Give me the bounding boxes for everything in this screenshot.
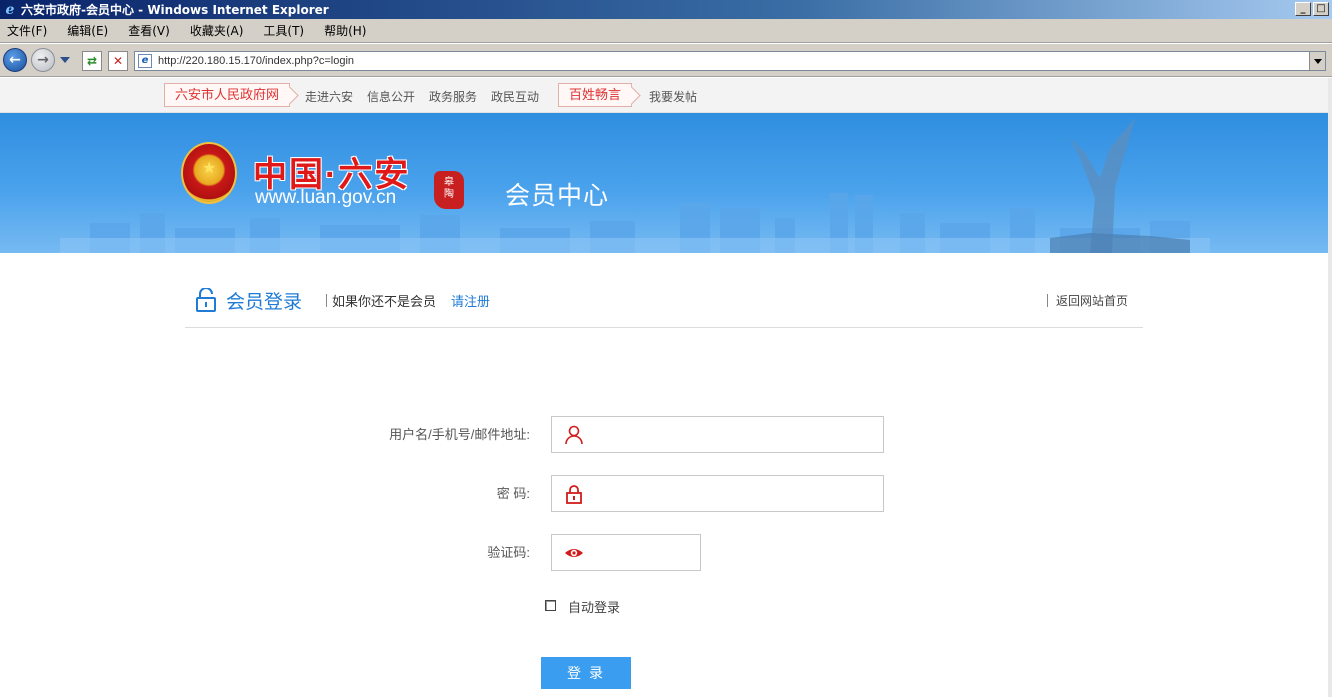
stop-icon: ✕ — [112, 54, 124, 68]
forward-button[interactable]: → — [31, 48, 55, 72]
nav-link-info[interactable]: 信息公开 — [367, 88, 415, 105]
stop-button[interactable]: ✕ — [108, 51, 128, 71]
menu-bar: 文件(F) 编辑(E) 查看(V) 收藏夹(A) 工具(T) 帮助(H) — [0, 19, 1332, 43]
nav-link-services[interactable]: 政务服务 — [429, 88, 477, 105]
menu-favorites[interactable]: 收藏夹(A) — [190, 22, 244, 39]
username-input[interactable] — [551, 416, 884, 453]
auto-login-checkbox[interactable] — [545, 600, 556, 611]
menu-view[interactable]: 查看(V) — [128, 22, 170, 39]
red-seal-icon: 皋陶 — [434, 171, 464, 209]
lock-icon — [566, 485, 582, 504]
ie-logo-icon: e — [5, 1, 15, 18]
minimize-button[interactable]: _ — [1295, 2, 1311, 16]
window-titlebar: e 六安市政府-会员中心 - Windows Internet Explorer… — [0, 0, 1332, 19]
nav-link-post[interactable]: 我要发帖 — [649, 88, 697, 105]
login-header: 会员登录 如果你还不是会员 请注册 返回网站首页 — [185, 274, 1143, 328]
menu-file[interactable]: 文件(F) — [7, 22, 47, 39]
captcha-label: 验证码: — [487, 545, 530, 560]
statue-image — [1050, 118, 1190, 253]
register-link[interactable]: 请注册 — [451, 291, 490, 310]
not-member-text: 如果你还不是会员 — [332, 294, 437, 309]
site-top-nav: 六安市人民政府网 走进六安 信息公开 政务服务 政民互动 百姓畅言 我要发帖 — [0, 78, 1328, 113]
window-title: 六安市政府-会员中心 - Windows Internet Explorer — [21, 3, 329, 17]
captcha-input[interactable] — [551, 534, 701, 571]
back-home-link[interactable]: 返回网站首页 — [1056, 292, 1128, 309]
refresh-icon: ⇄ — [86, 54, 98, 68]
divider — [1047, 294, 1048, 307]
home-tag-link[interactable]: 六安市人民政府网 — [164, 83, 291, 107]
menu-help[interactable]: 帮助(H) — [324, 22, 366, 39]
page-scrollbar[interactable] — [1328, 78, 1332, 697]
maximize-button[interactable]: □ — [1313, 2, 1329, 16]
banner-url: www.luan.gov.cn — [255, 187, 397, 208]
address-url[interactable]: http://220.180.15.170/index.php?c=login — [158, 55, 354, 67]
page-viewport: 六安市人民政府网 走进六安 信息公开 政务服务 政民互动 百姓畅言 我要发帖 ★… — [0, 78, 1332, 697]
menu-tools[interactable]: 工具(T) — [263, 22, 304, 39]
back-arrow-icon: ← — [9, 52, 21, 68]
unlock-icon — [196, 288, 216, 312]
back-button[interactable]: ← — [3, 48, 27, 72]
nav-link-interaction[interactable]: 政民互动 — [491, 88, 539, 105]
banner-subtitle: 会员中心 — [505, 182, 610, 210]
divider — [326, 294, 327, 307]
page-icon: e — [138, 54, 152, 68]
username-label: 用户名/手机号/邮件地址: — [389, 427, 530, 442]
nav-link-about[interactable]: 走进六安 — [305, 88, 353, 105]
history-dropdown-icon[interactable] — [60, 57, 70, 63]
address-dropdown-button[interactable] — [1309, 52, 1325, 70]
national-emblem-icon — [181, 142, 237, 204]
eye-icon — [565, 549, 583, 557]
refresh-button[interactable]: ⇄ — [82, 51, 102, 71]
address-field[interactable]: e http://220.180.15.170/index.php?c=logi… — [134, 51, 1326, 71]
forward-arrow-icon: → — [37, 52, 49, 68]
city-skyline-image — [60, 193, 1210, 253]
site-banner: 中国·六安 www.luan.gov.cn 皋陶 会员中心 — [0, 113, 1328, 253]
menu-edit[interactable]: 编辑(E) — [67, 22, 108, 39]
password-input[interactable] — [551, 475, 884, 512]
login-button[interactable]: 登录 — [541, 657, 631, 689]
navigation-bar: ← → ⇄ ✕ e http://220.180.15.170/index.ph… — [0, 44, 1332, 77]
forum-tag-link[interactable]: 百姓畅言 — [558, 83, 633, 107]
user-icon — [565, 425, 583, 445]
auto-login-label[interactable]: 自动登录 — [568, 597, 620, 616]
password-label: 密 码: — [496, 486, 530, 501]
login-title: 会员登录 — [226, 292, 303, 313]
